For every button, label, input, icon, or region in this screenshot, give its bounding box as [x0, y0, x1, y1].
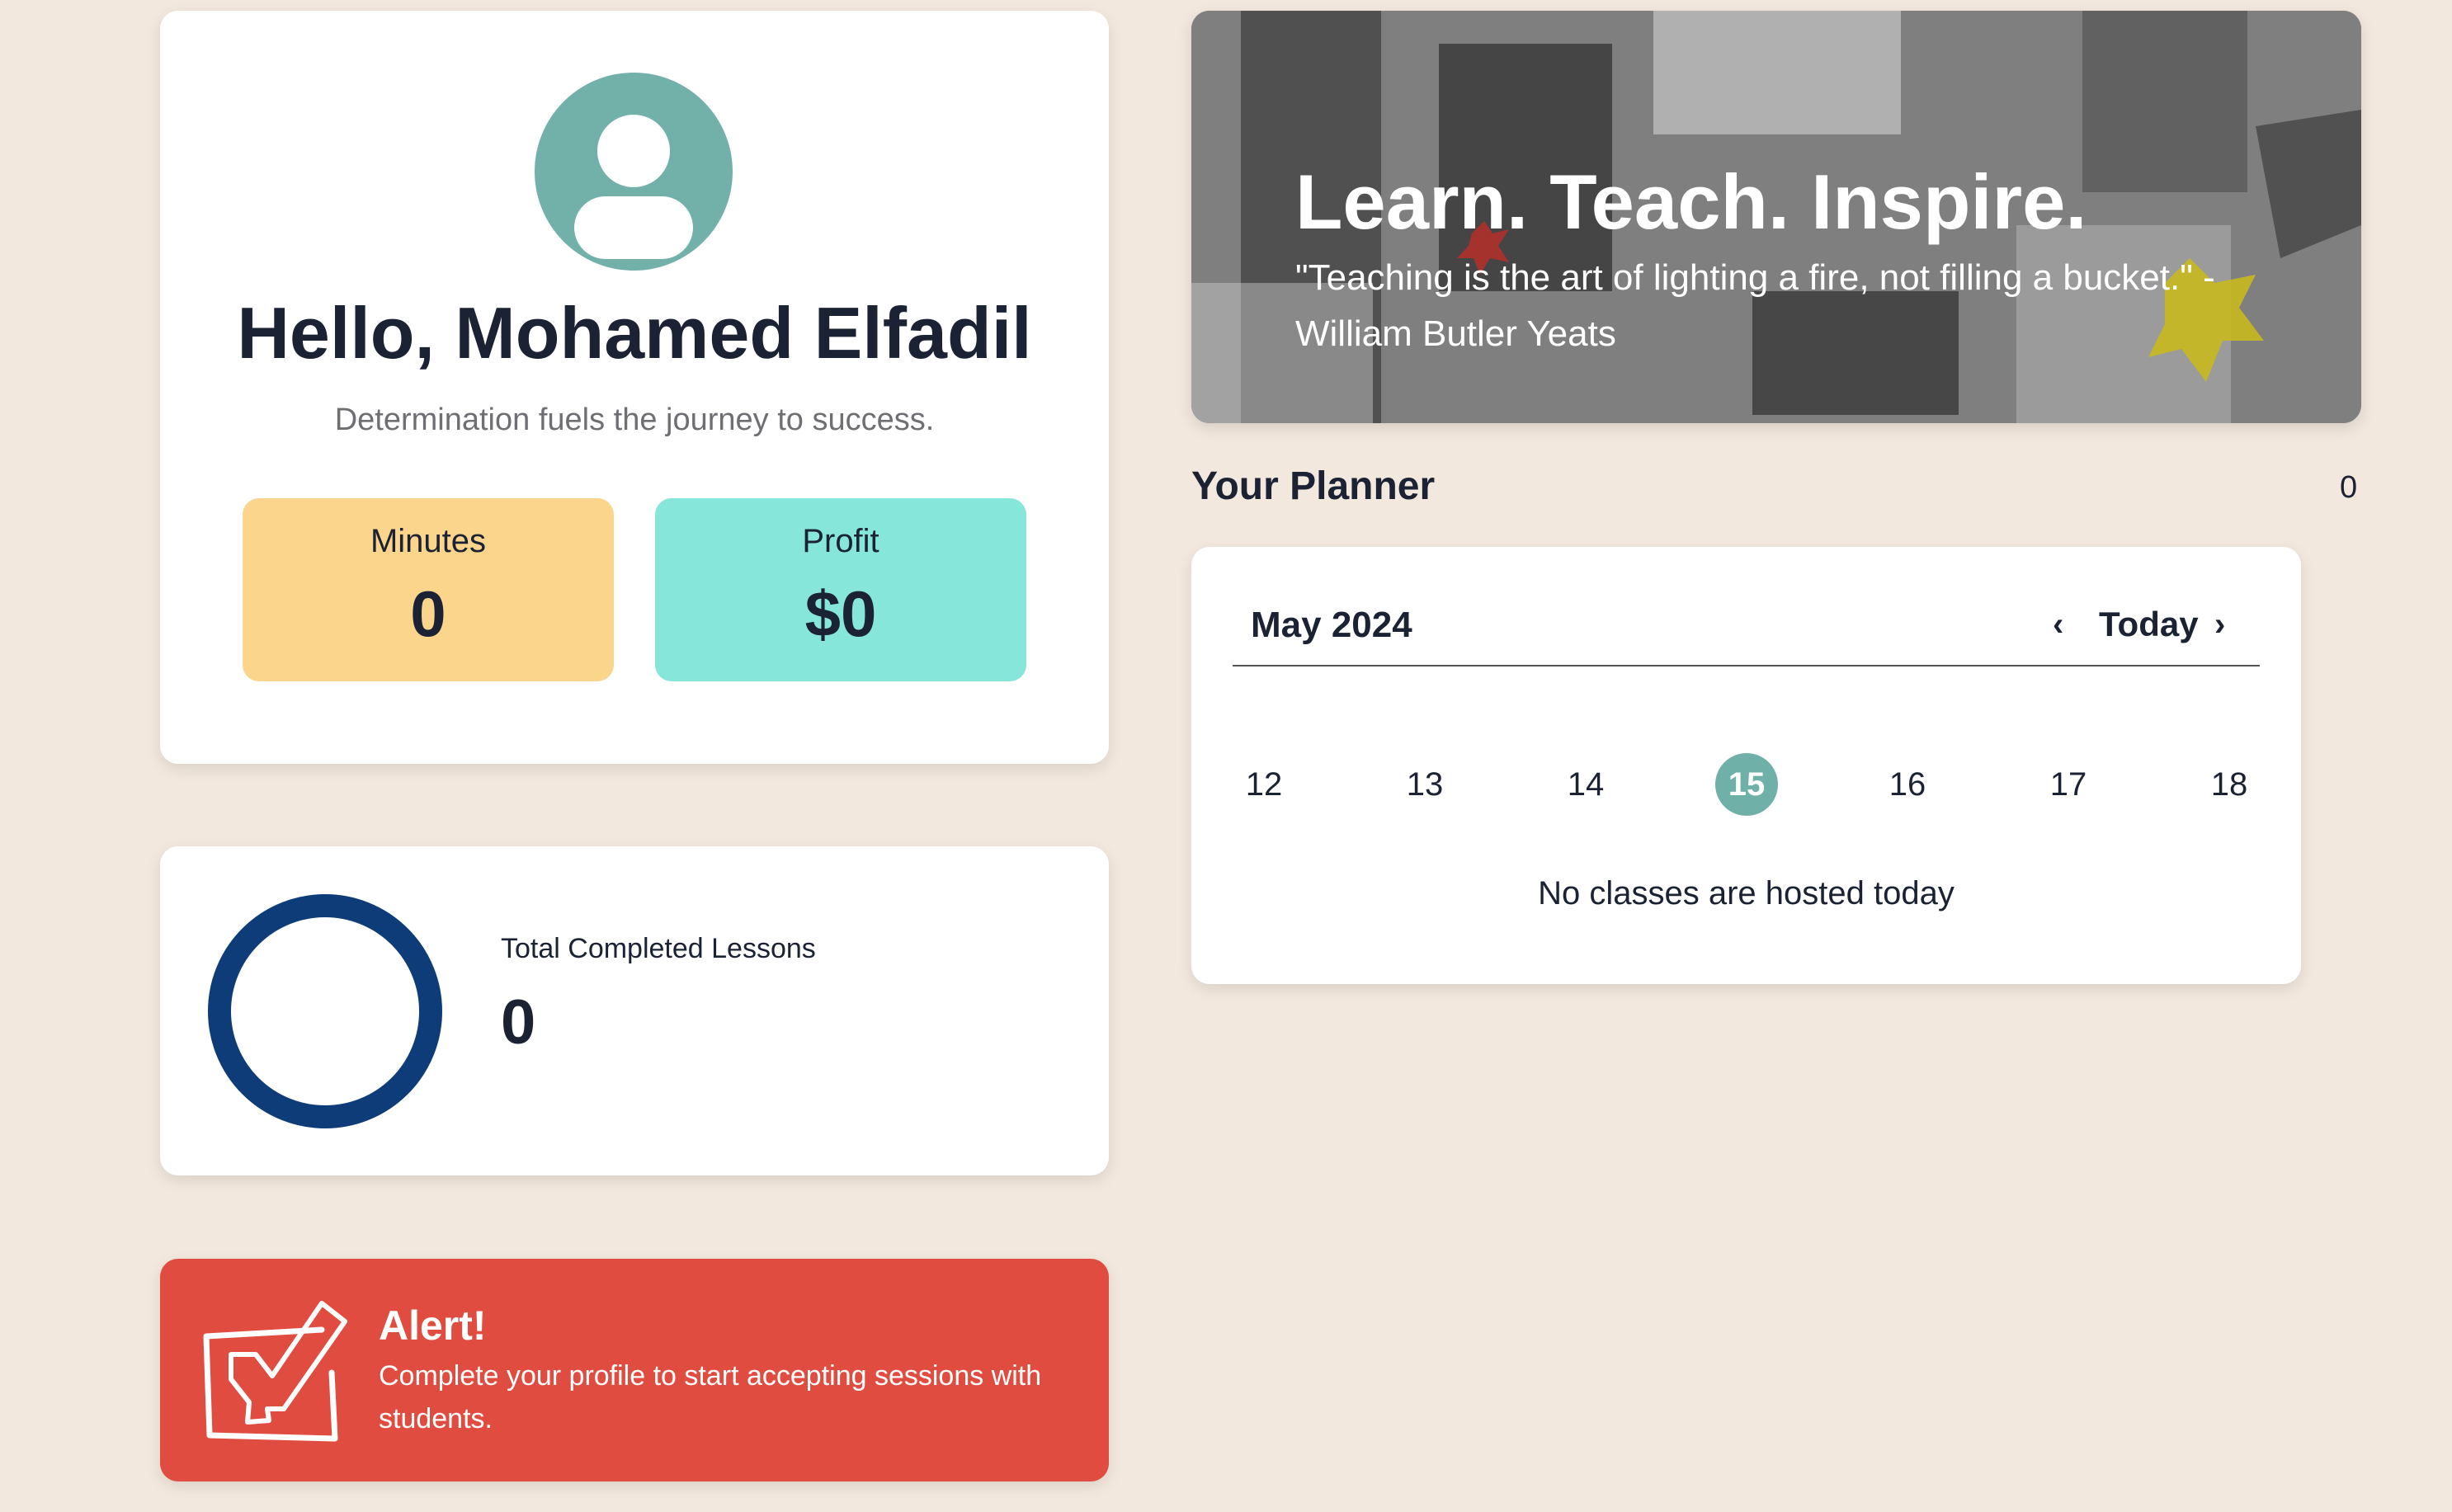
- banner-title: Learn. Teach. Inspire.: [1295, 158, 2087, 245]
- profile-alert[interactable]: Alert! Complete your profile to start ac…: [160, 1259, 1109, 1481]
- today-button[interactable]: Today: [2099, 605, 2199, 644]
- edit-checkbox-icon: [203, 1301, 347, 1442]
- greeting-heading: Hello, Mohamed Elfadil: [237, 292, 1032, 374]
- planner-title: Your Planner: [1191, 464, 1436, 508]
- minutes-label: Minutes: [370, 523, 487, 559]
- calendar-day-selected[interactable]: 15: [1715, 753, 1778, 816]
- minutes-stat-card: Minutes 0: [243, 498, 614, 681]
- calendar-day[interactable]: 18: [2198, 753, 2261, 816]
- alert-title: Alert!: [379, 1302, 487, 1349]
- profit-value: $0: [804, 577, 877, 650]
- user-avatar-icon[interactable]: [535, 73, 733, 271]
- alert-message: Complete your profile to start accepting…: [379, 1360, 1042, 1434]
- profile-card: Hello, Mohamed Elfadil Determination fue…: [160, 11, 1109, 764]
- inspiration-banner: Learn. Teach. Inspire. "Teaching is the …: [1191, 11, 2361, 423]
- lessons-progress-ring: [208, 894, 442, 1128]
- banner-quote: "Teaching is the art of lighting a fire,…: [1295, 257, 2215, 354]
- motto-text: Determination fuels the journey to succe…: [334, 403, 935, 437]
- planner-count: 0: [2340, 470, 2358, 505]
- chevron-right-icon[interactable]: ›: [2214, 606, 2225, 643]
- calendar-divider: [1233, 665, 2260, 667]
- calendar-card: May 2024 ‹ Today › 12 13 14 15 16 17 18 …: [1191, 547, 2301, 984]
- calendar-day[interactable]: 16: [1876, 753, 1939, 816]
- empty-classes-message: No classes are hosted today: [1538, 875, 1955, 911]
- calendar-day[interactable]: 14: [1554, 753, 1617, 816]
- profit-stat-card: Profit $0: [655, 498, 1026, 681]
- profit-label: Profit: [802, 523, 879, 559]
- completed-lessons-card: Total Completed Lessons 0: [160, 846, 1109, 1175]
- calendar-day[interactable]: 12: [1233, 753, 1295, 816]
- calendar-month-label: May 2024: [1251, 605, 1412, 645]
- minutes-value: 0: [410, 577, 446, 650]
- calendar-day[interactable]: 13: [1393, 753, 1456, 816]
- chevron-left-icon[interactable]: ‹: [2053, 606, 2063, 643]
- lessons-value: 0: [501, 987, 536, 1057]
- lessons-title: Total Completed Lessons: [501, 933, 816, 964]
- calendar-day[interactable]: 17: [2037, 753, 2100, 816]
